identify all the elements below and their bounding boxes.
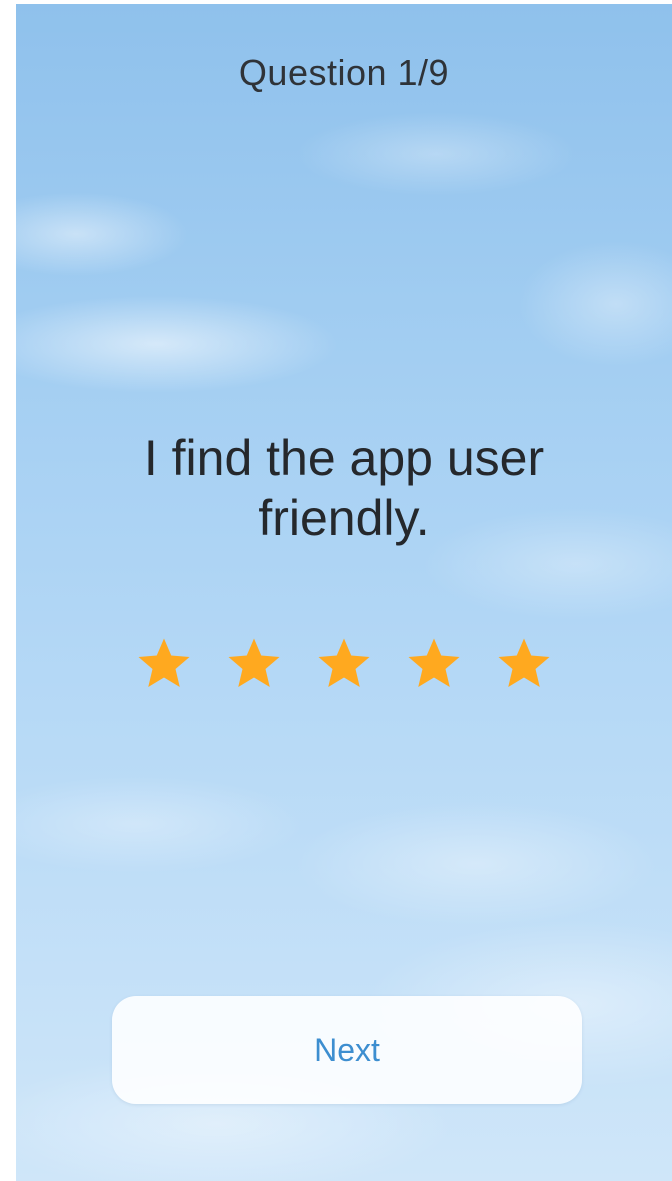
star-icon[interactable] bbox=[494, 634, 554, 694]
survey-screen: Question 1/9 I find the app user friendl… bbox=[16, 4, 672, 1181]
next-button[interactable]: Next bbox=[112, 996, 582, 1104]
question-counter: Question 1/9 bbox=[238, 52, 450, 93]
star-icon[interactable] bbox=[134, 634, 194, 694]
star-icon[interactable] bbox=[224, 634, 284, 694]
question-text: I find the app user friendly. bbox=[143, 430, 545, 546]
star-icon[interactable] bbox=[314, 634, 374, 694]
next-button-label: Next bbox=[314, 1031, 380, 1068]
star-icon[interactable] bbox=[404, 634, 464, 694]
star-rating bbox=[16, 634, 672, 694]
